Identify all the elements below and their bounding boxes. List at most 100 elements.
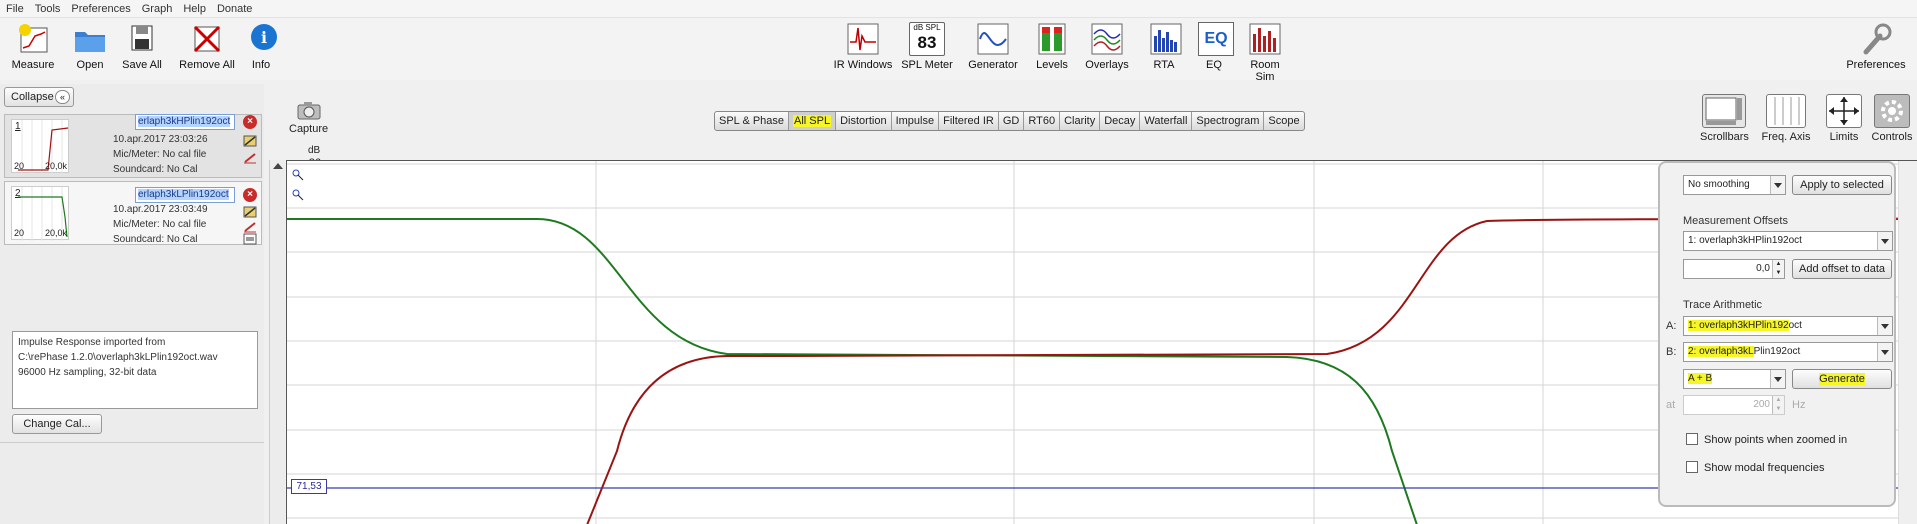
room-sim-button[interactable]: Room Sim: [1240, 22, 1290, 83]
capture-button[interactable]: Capture: [289, 100, 328, 135]
freq-axis-icon: [1766, 94, 1806, 128]
calibration-icon[interactable]: [243, 233, 257, 245]
change-cal-button[interactable]: Change Cal...: [12, 414, 102, 434]
add-offset-button[interactable]: Add offset to data: [1792, 259, 1892, 279]
save-all-button[interactable]: Save All: [120, 22, 164, 71]
levels-button[interactable]: Levels: [1034, 22, 1070, 71]
rta-icon: [1148, 22, 1184, 56]
trace-b-select[interactable]: 2: overlaph3kLPlin192oct: [1683, 342, 1893, 362]
show-modal-checkbox[interactable]: Show modal frequencies: [1686, 461, 1824, 474]
measurement-name-field[interactable]: erlaph3kLPlin192oct: [135, 187, 235, 203]
show-points-checkbox[interactable]: Show points when zoomed in: [1686, 433, 1847, 446]
menu-file[interactable]: File: [6, 3, 24, 15]
operation-select[interactable]: A + B: [1683, 369, 1786, 389]
menu-donate[interactable]: Donate: [217, 3, 252, 15]
overlays-icon: [1089, 22, 1125, 56]
vertical-scrollbar-left[interactable]: [269, 160, 285, 524]
close-icon[interactable]: ×: [243, 115, 257, 129]
at-frequency-stepper: 200 ▲ ▼: [1683, 395, 1785, 415]
pen-icon[interactable]: [243, 152, 257, 164]
info-icon: i: [246, 22, 282, 56]
ir-windows-icon: [845, 22, 881, 56]
stepper-arrows-icon: ▲ ▼: [1772, 396, 1784, 414]
tab-impulse[interactable]: Impulse: [892, 112, 940, 130]
measurement-card-2[interactable]: 2 20 20,0k erlaph3kLPlin192oct × 10.apr.…: [4, 181, 262, 245]
camera-icon: [297, 102, 321, 120]
measure-button[interactable]: Measure: [10, 22, 56, 71]
scrollbars-icon: [1702, 94, 1746, 128]
spl-meter-icon: dB SPL 83: [909, 22, 945, 56]
scroll-up-icon[interactable]: [273, 163, 283, 169]
stepper-arrows-icon[interactable]: ▲ ▼: [1772, 260, 1784, 278]
chevron-down-icon: [1877, 317, 1892, 335]
remove-all-icon: [189, 22, 225, 56]
marker-value-label: 71,53: [291, 479, 327, 494]
freq-axis-button[interactable]: Freq. Axis: [1758, 94, 1814, 143]
overlays-button[interactable]: Overlays: [1084, 22, 1130, 71]
menu-help[interactable]: Help: [183, 3, 206, 15]
folder-icon: [72, 22, 108, 56]
apply-to-selected-button[interactable]: Apply to selected: [1792, 175, 1892, 195]
close-icon[interactable]: ×: [243, 188, 257, 202]
hz-label: Hz: [1792, 399, 1806, 411]
edit-icon[interactable]: [243, 206, 257, 218]
chevron-down-icon: [1877, 232, 1892, 250]
eq-icon: EQ: [1198, 22, 1234, 56]
menu-bar: File Tools Preferences Graph Help Donate: [0, 0, 1917, 18]
eq-button[interactable]: EQ EQ: [1198, 22, 1234, 71]
controls-icon: [1874, 94, 1910, 128]
graph-tabs: SPL & Phase All SPL Distortion Impulse F…: [714, 111, 1305, 131]
panel-divider: [0, 442, 264, 443]
tab-all-spl[interactable]: All SPL: [789, 112, 837, 130]
chevron-down-icon: [1770, 176, 1785, 194]
open-button[interactable]: Open: [70, 22, 110, 71]
tab-spectrogram[interactable]: Spectrogram: [1192, 112, 1265, 130]
measurement-notes[interactable]: Impulse Response imported from C:\rePhas…: [12, 331, 258, 409]
save-icon: [124, 22, 160, 56]
controls-panel: No smoothing Apply to selected Measureme…: [1658, 161, 1896, 507]
collapse-button[interactable]: Collapse «: [4, 87, 74, 107]
preferences-button[interactable]: Preferences: [1844, 22, 1908, 71]
menu-tools[interactable]: Tools: [35, 3, 61, 15]
tab-scope[interactable]: Scope: [1264, 112, 1303, 130]
spl-meter-button[interactable]: dB SPL 83 SPL Meter: [900, 22, 954, 71]
checkbox-box[interactable]: [1686, 461, 1698, 473]
measurement-offsets-label: Measurement Offsets: [1683, 215, 1788, 227]
rta-button[interactable]: RTA: [1148, 22, 1182, 71]
measurements-panel: Collapse « 1 20 20,0k erlaph3kHPlin192oc…: [0, 84, 264, 524]
chevron-down-icon: [1770, 370, 1785, 388]
chevron-down-icon: [1877, 343, 1892, 361]
measurement-card-1[interactable]: 1 20 20,0k erlaph3kHPlin192oct × 10.apr.…: [4, 114, 262, 178]
generate-button[interactable]: Generate: [1792, 369, 1892, 389]
offset-measurement-select[interactable]: 1: overlaph3kHPlin192oct: [1683, 231, 1893, 251]
vertical-scrollbar-right[interactable]: [1898, 161, 1917, 524]
trace-a-select[interactable]: 1: overlaph3kHPlin192oct: [1683, 316, 1893, 336]
menu-graph[interactable]: Graph: [142, 3, 173, 15]
scrollbars-button[interactable]: Scrollbars: [1700, 94, 1749, 143]
menu-preferences[interactable]: Preferences: [71, 3, 130, 15]
smoothing-select[interactable]: No smoothing: [1683, 175, 1786, 195]
tab-distortion[interactable]: Distortion: [836, 112, 892, 130]
pen-icon[interactable]: [243, 221, 257, 233]
remove-all-button[interactable]: Remove All: [178, 22, 236, 71]
controls-button[interactable]: Controls: [1870, 94, 1914, 143]
tab-rt60[interactable]: RT60: [1024, 112, 1061, 130]
tab-filtered-ir[interactable]: Filtered IR: [939, 112, 999, 130]
tab-clarity[interactable]: Clarity: [1060, 112, 1101, 130]
tab-spl-phase[interactable]: SPL & Phase: [715, 112, 790, 130]
zoom-icons[interactable]: [291, 167, 307, 203]
tab-gd[interactable]: GD: [999, 112, 1025, 130]
offset-value-stepper[interactable]: 0,0 ▲ ▼: [1683, 259, 1785, 279]
limits-button[interactable]: Limits: [1824, 94, 1864, 143]
b-label: B:: [1666, 346, 1677, 358]
edit-icon[interactable]: [243, 135, 257, 147]
tab-waterfall[interactable]: Waterfall: [1140, 112, 1193, 130]
measurement-info: 10.apr.2017 23:03:49 Mic/Meter: No cal f…: [113, 204, 208, 245]
measurement-name-field[interactable]: erlaph3kHPlin192oct: [135, 114, 235, 130]
checkbox-box[interactable]: [1686, 433, 1698, 445]
generator-button[interactable]: Generator: [966, 22, 1020, 71]
measurement-thumbnail: 1 20 20,0k: [11, 119, 69, 174]
tab-decay[interactable]: Decay: [1100, 112, 1141, 130]
info-button[interactable]: i Info: [246, 22, 277, 71]
ir-windows-button[interactable]: IR Windows: [832, 22, 894, 71]
